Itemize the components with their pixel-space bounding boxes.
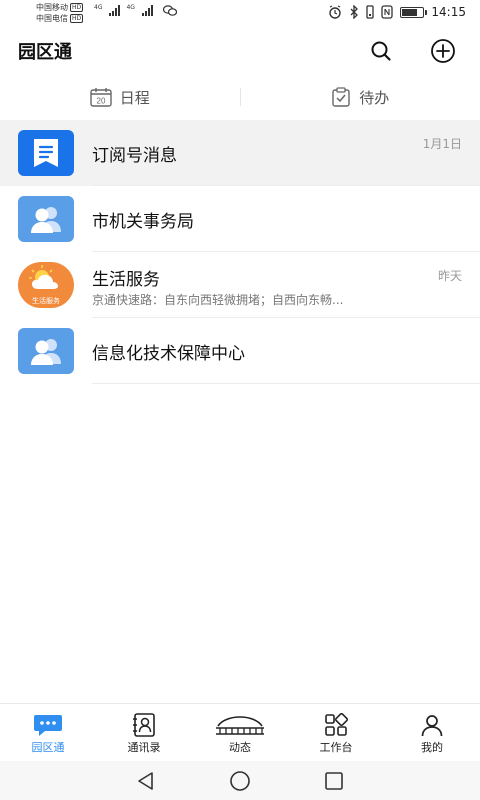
carrier-1: 中国移动 (36, 3, 68, 12)
hd-badge-2: HD (70, 14, 84, 23)
nav-label: 动态 (229, 741, 251, 754)
nav-label: 工作台 (319, 741, 353, 754)
status-bar: 中国移动 HD 中国电信 HD 4G 4G 14:15 (0, 0, 480, 28)
avatar (18, 130, 74, 176)
item-title: 订阅号消息 (92, 146, 177, 166)
avatar (18, 196, 74, 242)
contacts-icon (133, 713, 155, 737)
nav-contacts[interactable]: 通讯录 (96, 704, 192, 761)
vibrate-icon (366, 5, 375, 19)
item-title: 生活服务 (92, 270, 160, 290)
avatar: 生活服务 (18, 262, 74, 308)
hd-badge-1: HD (70, 3, 84, 12)
network-type-1: 4G (94, 4, 103, 11)
system-nav-bar (0, 761, 480, 800)
tab-todo[interactable]: 待办 (241, 87, 480, 108)
nav-feed[interactable]: 动态 (192, 704, 288, 761)
nav-profile[interactable]: 我的 (384, 704, 480, 761)
bluetooth-icon (350, 5, 359, 19)
battery-icon (400, 6, 428, 18)
recents-square-icon (325, 771, 343, 790)
item-time: 昨天 (437, 269, 462, 283)
list-item[interactable]: 生活服务 生活服务 京通快速路：自东向西轻微拥堵；自西向东畅... 昨天 (0, 252, 480, 318)
user-icon (421, 715, 443, 737)
list-item[interactable]: 市机关事务局 (0, 186, 480, 252)
home-circle-icon (230, 770, 250, 791)
avatar (18, 328, 74, 374)
todo-clipboard-icon (332, 87, 350, 107)
nav-workbench[interactable]: 工作台 (288, 704, 384, 761)
list-item[interactable]: 信息化技术保障中心 (0, 318, 480, 384)
signal-icon (141, 4, 153, 16)
bottom-navigation: 园区通 通讯录 动态 工作台 我的 (0, 703, 480, 761)
tab-todo-label: 待办 (359, 88, 390, 107)
carrier-info: 中国移动 HD 中国电信 HD (36, 2, 84, 24)
item-time: 1月1日 (422, 137, 462, 151)
life-service-logo-text: 生活服务 (32, 296, 60, 305)
back-triangle-icon (138, 771, 153, 790)
wechat-icon (162, 4, 177, 16)
page-title: 园区通 (18, 42, 72, 63)
network-type-2: 4G (126, 4, 135, 11)
list-item[interactable]: 订阅号消息 1月1日 (0, 120, 480, 186)
nfc-icon (381, 5, 394, 19)
status-right: 14:15 (328, 5, 466, 19)
quick-tabs: 20 日程 待办 (0, 78, 480, 116)
item-preview: 京通快速路：自东向西轻微拥堵；自西向东畅... (92, 293, 344, 307)
nav-messages[interactable]: 园区通 (0, 704, 96, 761)
nav-label: 园区通 (31, 741, 65, 754)
tab-schedule[interactable]: 20 日程 (0, 87, 240, 108)
search-button[interactable] (368, 38, 394, 64)
calendar-icon: 20 (90, 88, 112, 107)
tab-schedule-label: 日程 (119, 88, 150, 107)
carrier-2: 中国电信 (36, 14, 68, 23)
item-title: 市机关事务局 (92, 212, 194, 232)
item-title: 信息化技术保障中心 (92, 344, 245, 364)
alarm-icon (329, 5, 342, 19)
add-button[interactable] (430, 38, 456, 64)
subscription-icon (34, 139, 58, 167)
search-icon (371, 41, 391, 61)
calendar-date-text: 20 (96, 97, 105, 106)
life-service-icon: 生活服务 (29, 265, 60, 305)
group-avatar-icon (31, 207, 61, 233)
signal-icon (109, 4, 121, 16)
stadium-icon (216, 716, 264, 735)
home-button[interactable] (227, 768, 253, 794)
group-avatar-icon (31, 339, 61, 365)
conversation-list: 订阅号消息 1月1日 市机关事务局 生活服务 生活服务 京通快速路：自东向西轻微… (0, 120, 480, 384)
back-button[interactable] (133, 768, 159, 794)
nav-label: 我的 (421, 741, 443, 754)
chat-bubble-icon (34, 715, 62, 736)
plus-circle-icon (431, 39, 455, 63)
recents-button[interactable] (321, 768, 347, 794)
app-header: 园区通 (0, 28, 480, 74)
divider (92, 383, 480, 384)
signal-indicators: 4G 4G (94, 4, 177, 16)
nav-label: 通讯录 (127, 741, 161, 754)
workbench-grid-icon (325, 713, 348, 736)
clock: 14:15 (431, 5, 466, 19)
